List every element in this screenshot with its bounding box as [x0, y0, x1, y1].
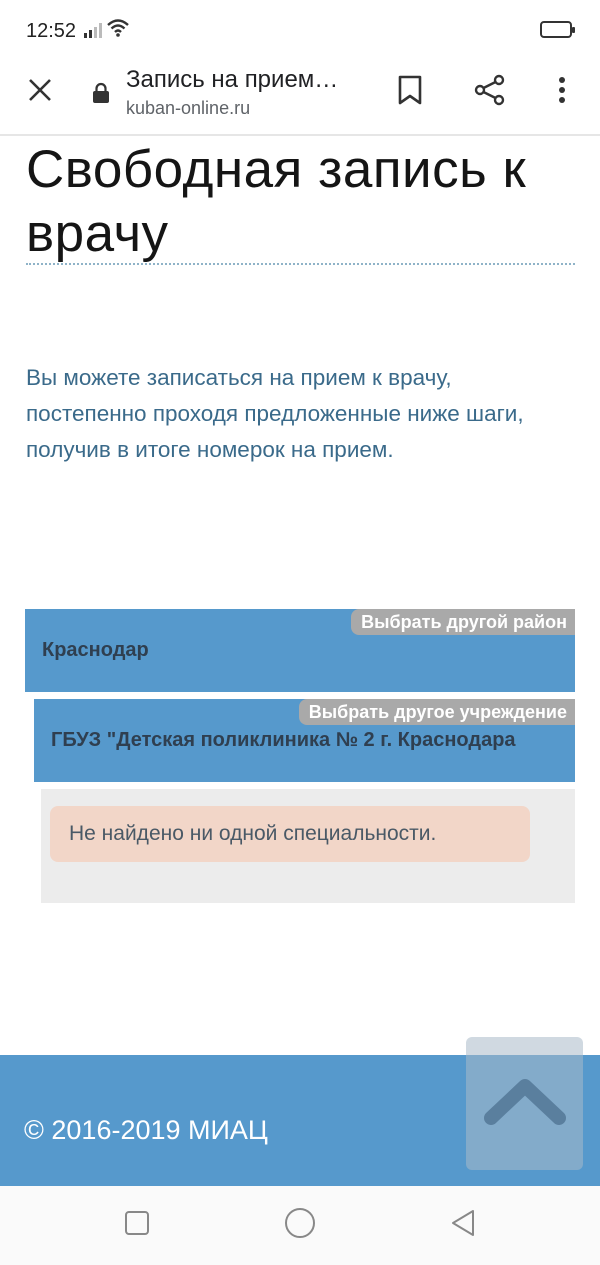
more-menu-button[interactable] [538, 68, 586, 116]
region-selection: Выбрать другой район Краснодар [25, 609, 575, 692]
browser-toolbar: Запись на прием… kuban-online.ru [0, 58, 600, 136]
page-title: Свободная запись к врачу [26, 140, 527, 263]
system-nav-bar [0, 1186, 600, 1265]
lock-icon [92, 82, 110, 104]
status-time: 12:52 [26, 20, 77, 42]
home-button[interactable] [275, 1200, 325, 1250]
selected-facility: ГБУЗ "Детская поликлиника № 2 г. Краснод… [51, 729, 516, 751]
bookmark-icon [397, 75, 423, 110]
selected-region: Краснодар [42, 639, 149, 661]
bookmark-button[interactable] [386, 68, 434, 116]
back-icon [450, 1208, 476, 1243]
browser-page-title[interactable]: Запись на прием… [126, 66, 338, 94]
status-bar: 12:52 [0, 0, 600, 58]
signal-icon [84, 22, 102, 43]
title-divider [26, 263, 575, 265]
close-button[interactable] [16, 68, 64, 116]
intro-text: Вы можете записаться на прием к врачу, п… [26, 365, 524, 462]
recent-apps-icon [124, 1210, 150, 1241]
recent-apps-button[interactable] [112, 1200, 162, 1250]
chevron-up-icon [483, 1076, 567, 1131]
scroll-to-top-button[interactable] [466, 1037, 583, 1170]
close-icon [27, 77, 53, 108]
browser-url[interactable]: kuban-online.ru [126, 98, 250, 119]
screen: 12:52 Запись на прием… kuban-online.ru С… [0, 0, 600, 1265]
change-facility-button[interactable]: Выбрать другое учреждение [298, 699, 575, 725]
copyright-text: © 2016-2019 МИАЦ [24, 1115, 268, 1145]
share-icon [474, 74, 506, 111]
wifi-icon [106, 18, 130, 43]
more-vert-icon [558, 76, 566, 109]
share-button[interactable] [466, 68, 514, 116]
specialties-panel: Не найдено ни одной специальности. [41, 789, 575, 903]
back-button[interactable] [438, 1200, 488, 1250]
change-region-button[interactable]: Выбрать другой район [351, 609, 575, 635]
facility-selection: Выбрать другое учреждение ГБУЗ "Детская … [34, 699, 575, 782]
battery-icon [540, 21, 575, 38]
home-icon [284, 1207, 316, 1244]
no-specialties-alert: Не найдено ни одной специальности. [50, 806, 530, 862]
